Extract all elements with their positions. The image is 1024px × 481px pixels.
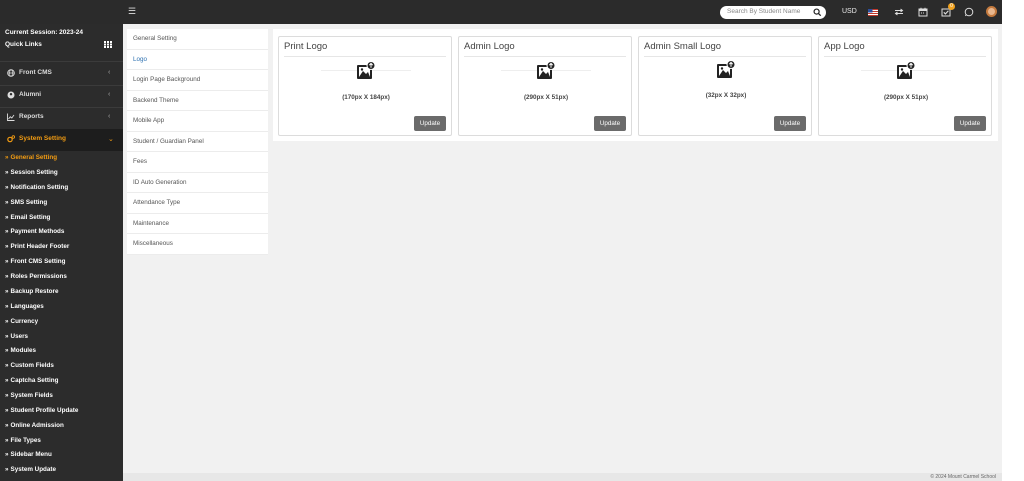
settings-item-miscellaneous[interactable]: Miscellaneous: [127, 234, 268, 255]
submenu-general-setting[interactable]: » General Setting: [5, 154, 57, 161]
logo-size-hint: (32px X 32px): [705, 92, 747, 99]
line-chart-icon: [7, 113, 15, 121]
gears-icon: [7, 135, 15, 143]
chevron-left-icon: ‹: [108, 91, 111, 98]
sidebar-item-front-cms[interactable]: Front CMS ‹: [0, 63, 123, 85]
card-divider: [464, 56, 626, 57]
submenu-notification-setting[interactable]: » Notification Setting: [5, 184, 68, 191]
image-upload-icon[interactable]: [896, 61, 916, 81]
image-upload-icon[interactable]: [356, 61, 376, 81]
submenu-captcha-setting[interactable]: » Captcha Setting: [5, 377, 58, 384]
sidebar-item-label: System Setting: [19, 135, 66, 142]
sidebar: Current Session: 2023-24 Quick Links Fro…: [0, 24, 123, 481]
image-upload-icon[interactable]: [536, 61, 556, 81]
submenu-online-admission[interactable]: » Online Admission: [5, 422, 64, 429]
image-upload-icon[interactable]: [716, 60, 736, 80]
submenu-student-profile-update[interactable]: » Student Profile Update: [5, 407, 78, 414]
settings-item-logo[interactable]: Logo: [127, 50, 268, 70]
settings-item-fees[interactable]: Fees: [127, 152, 268, 173]
sidebar-item-label: Front CMS: [19, 69, 52, 76]
submenu-roles-permissions[interactable]: » Roles Permissions: [5, 273, 67, 280]
flag-us-icon[interactable]: [867, 6, 879, 18]
update-button[interactable]: Update: [414, 116, 446, 131]
sidebar-divider: [0, 61, 123, 62]
submenu-custom-fields[interactable]: » Custom Fields: [5, 362, 54, 369]
chevron-down-icon: ⌄: [108, 136, 114, 143]
app-window: ☰ Search By Student Name USD 0 Current S…: [0, 0, 1002, 481]
chevron-left-icon: ‹: [108, 113, 111, 120]
chevron-left-icon: ‹: [108, 69, 111, 76]
current-session: Current Session: 2023-24: [5, 29, 84, 36]
settings-item-maintenance[interactable]: Maintenance: [127, 214, 268, 234]
logo-card-app: App Logo (290px X 51px) Update: [818, 36, 992, 136]
settings-item-general-setting[interactable]: General Setting: [127, 29, 268, 50]
sidebar-item-reports[interactable]: Reports ‹: [0, 107, 123, 129]
submenu-currency[interactable]: » Currency: [5, 318, 38, 325]
submenu-sms-setting[interactable]: » SMS Setting: [5, 199, 47, 206]
submenu-system-update[interactable]: » System Update: [5, 466, 56, 473]
submenu-languages[interactable]: » Languages: [5, 303, 44, 310]
settings-item-attendance-type[interactable]: Attendance Type: [127, 193, 268, 214]
top-navbar: ☰ Search By Student Name USD 0: [0, 0, 1002, 24]
submenu-backup-restore[interactable]: » Backup Restore: [5, 288, 58, 295]
submenu-sidebar-menu[interactable]: » Sidebar Menu: [5, 451, 52, 458]
logo-size-hint: (170px X 184px): [342, 94, 390, 101]
submenu-system-fields[interactable]: » System Fields: [5, 392, 53, 399]
logo-card-admin: Admin Logo (290px X 51px) Update: [458, 36, 632, 136]
sidebar-item-label: Reports: [19, 113, 44, 120]
settings-item-mobile-app[interactable]: Mobile App: [127, 111, 268, 132]
logo-size-hint: (290px X 51px): [883, 94, 929, 101]
submenu-modules[interactable]: » Modules: [5, 347, 36, 354]
whatsapp-icon[interactable]: [963, 6, 975, 18]
copyright-text: © 2024 Mount Carmel School: [930, 474, 996, 480]
logo-panel: Print Logo (170px X 184px) Update Admin …: [273, 29, 998, 141]
submenu-email-setting[interactable]: » Email Setting: [5, 214, 50, 221]
card-title: App Logo: [824, 41, 865, 52]
quick-links-label: Quick Links: [5, 41, 42, 48]
sidebar-item-label: Alumni: [19, 91, 42, 98]
hamburger-icon[interactable]: ☰: [128, 7, 136, 16]
task-count-badge: 0: [948, 3, 955, 10]
settings-item-id-auto-generation[interactable]: ID Auto Generation: [127, 173, 268, 193]
switch-icon[interactable]: [893, 6, 905, 18]
update-button[interactable]: Update: [954, 116, 986, 131]
settings-item-login-page-background[interactable]: Login Page Background: [127, 70, 268, 91]
card-divider: [644, 56, 806, 57]
submenu-file-types[interactable]: » File Types: [5, 437, 41, 444]
settings-item-student-guardian-panel[interactable]: Student / Guardian Panel: [127, 132, 268, 152]
grid-icon[interactable]: [104, 41, 112, 48]
submenu-users[interactable]: » Users: [5, 333, 28, 340]
submenu-print-header-footer[interactable]: » Print Header Footer: [5, 243, 69, 250]
currency-selector[interactable]: USD: [842, 6, 857, 18]
update-button[interactable]: Update: [594, 116, 626, 131]
calendar-icon[interactable]: [917, 6, 929, 18]
globe-icon: [7, 69, 15, 77]
alumni-icon: [7, 91, 15, 99]
submenu-payment-methods[interactable]: » Payment Methods: [5, 228, 64, 235]
user-avatar[interactable]: [986, 6, 997, 17]
sidebar-item-alumni[interactable]: Alumni ‹: [0, 85, 123, 107]
logo-card-admin-small: Admin Small Logo (32px X 32px) Update: [638, 36, 812, 136]
logo-card-print: Print Logo (170px X 184px) Update: [278, 36, 452, 136]
card-divider: [824, 56, 986, 57]
settings-item-backend-theme[interactable]: Backend Theme: [127, 91, 268, 111]
card-title: Admin Small Logo: [644, 41, 722, 52]
settings-menu: General Setting Logo Login Page Backgrou…: [127, 29, 268, 255]
search-icon[interactable]: [813, 8, 822, 17]
update-button[interactable]: Update: [774, 116, 806, 131]
submenu-front-cms-setting[interactable]: » Front CMS Setting: [5, 258, 65, 265]
student-search-box[interactable]: Search By Student Name: [720, 6, 826, 19]
submenu-session-setting[interactable]: » Session Setting: [5, 169, 58, 176]
footer: © 2024 Mount Carmel School: [123, 473, 1002, 481]
card-title: Admin Logo: [464, 41, 515, 52]
card-title: Print Logo: [284, 41, 328, 52]
card-divider: [284, 56, 446, 57]
search-input[interactable]: Search By Student Name: [727, 8, 807, 15]
sidebar-item-system-setting[interactable]: System Setting ⌄: [0, 129, 123, 151]
logo-size-hint: (290px X 51px): [523, 94, 569, 101]
